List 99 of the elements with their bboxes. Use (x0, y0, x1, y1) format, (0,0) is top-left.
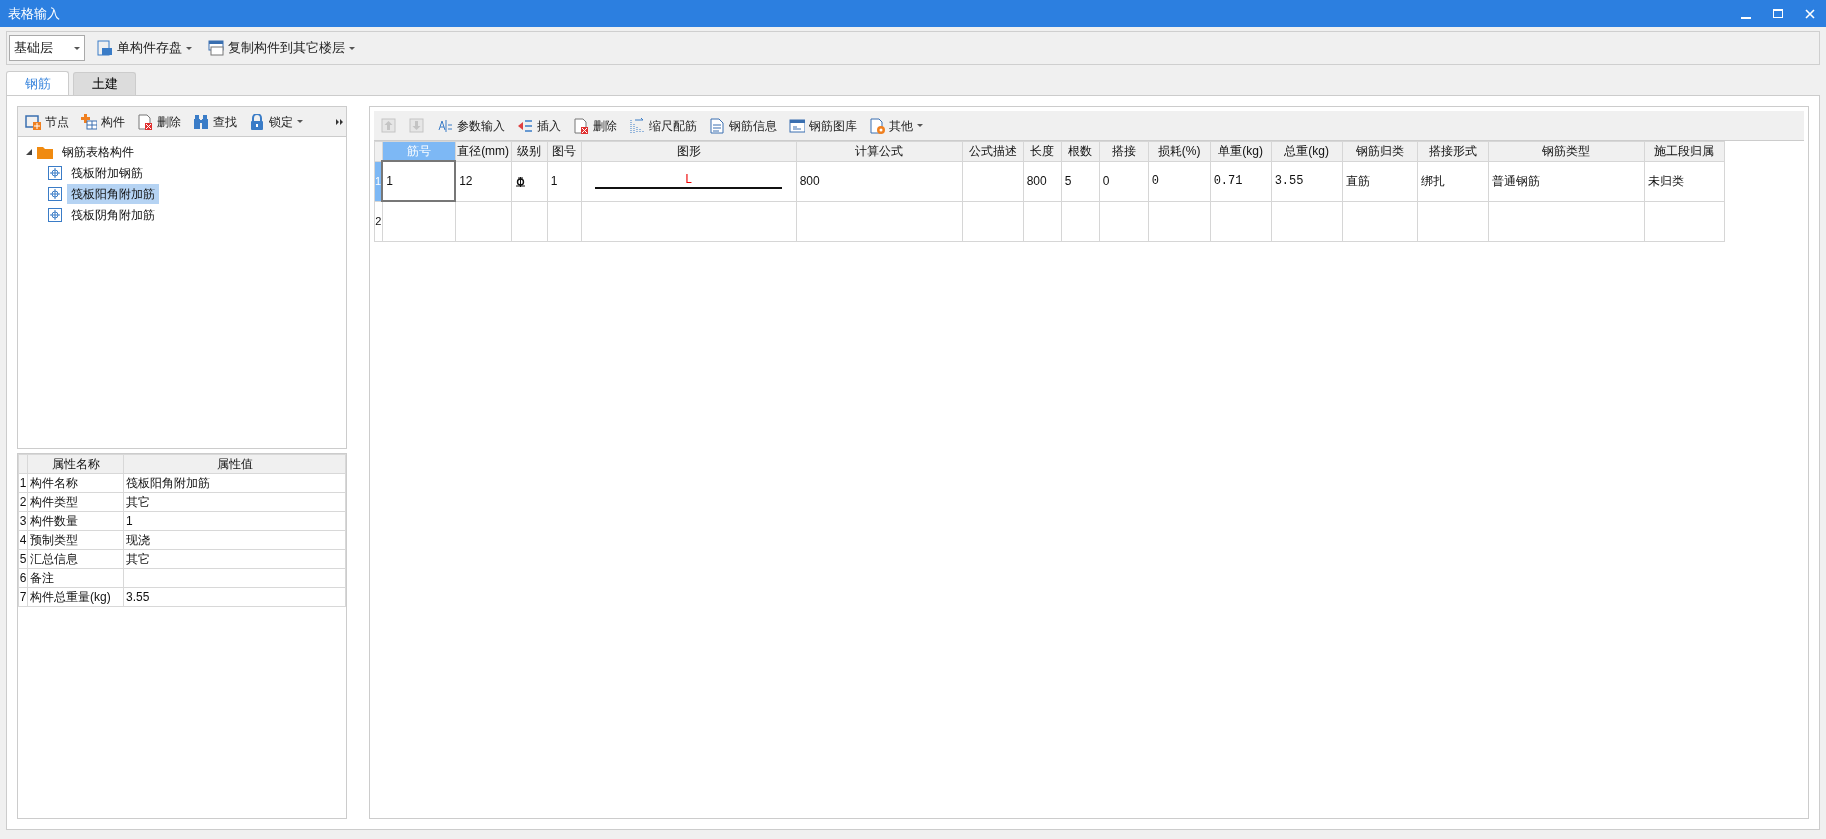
column-header: 总重(kg) (1271, 141, 1343, 161)
property-name: 构件名称 (27, 473, 124, 493)
column-header: 搭接 (1099, 141, 1149, 161)
property-value[interactable]: 其它 (123, 492, 346, 512)
table-cell[interactable]: 1 (382, 161, 456, 201)
delete-button[interactable]: 删除 (133, 110, 185, 133)
column-header: 级别 (511, 141, 548, 161)
table-cell[interactable]: 0.71 (1210, 161, 1272, 201)
property-value[interactable]: 其它 (123, 549, 346, 569)
column-header: 直径(mm) (455, 141, 512, 161)
property-value[interactable]: 筏板阳角附加筋 (123, 473, 346, 493)
table-cell[interactable]: 5 (1061, 161, 1100, 201)
tree-item[interactable]: 筏板阳角附加筋 (67, 183, 159, 204)
column-header: 属性名称 (27, 454, 124, 474)
property-name: 构件类型 (27, 492, 124, 512)
lock-icon (249, 113, 265, 130)
param-button[interactable]: 参数输入 (433, 114, 509, 137)
window-icon (208, 40, 224, 56)
rebar-grade-icon (514, 176, 526, 187)
row-number: 1 (18, 473, 28, 493)
insert-button[interactable]: 插入 (513, 114, 565, 137)
info-button[interactable]: 钢筋信息 (705, 114, 781, 137)
column-header: 筋号 (382, 141, 456, 161)
property-name: 预制类型 (27, 530, 124, 550)
delete-button[interactable]: 删除 (569, 114, 621, 137)
column-header: 图形 (581, 141, 797, 161)
save-button[interactable]: 单构件存盘 (93, 36, 196, 60)
property-value[interactable]: 现浇 (123, 530, 346, 550)
close-icon (1805, 9, 1815, 20)
find-button[interactable]: 查找 (189, 110, 241, 133)
row-number: 1 (374, 161, 383, 201)
column-header: 施工段归属 (1644, 141, 1725, 161)
tab[interactable]: 钢筋 (6, 71, 69, 95)
table-cell[interactable]: 0 (1099, 161, 1149, 201)
row-number: 3 (18, 511, 28, 531)
add-frame-icon (25, 113, 41, 130)
property-value[interactable]: 1 (123, 511, 346, 531)
column-header: 钢筋归类 (1342, 141, 1418, 161)
row-number: 6 (18, 568, 28, 588)
dotted-scale-icon (629, 117, 645, 134)
table-cell[interactable]: 绑扎 (1417, 161, 1489, 201)
table-cell[interactable]: 800 (1023, 161, 1062, 201)
table-cell[interactable]: 12 (455, 161, 512, 201)
component-icon (48, 207, 62, 222)
column-header: 损耗(%) (1148, 141, 1211, 161)
column-header: 计算公式 (796, 141, 963, 161)
floor-select[interactable]: 基础层 (9, 35, 85, 61)
table-cell[interactable]: 3.55 (1271, 161, 1343, 201)
scale-button[interactable]: 缩尺配筋 (625, 114, 701, 137)
row-number: 2 (18, 492, 28, 512)
row-number: 4 (18, 530, 28, 550)
binoculars-icon (193, 113, 209, 130)
property-name: 汇总信息 (27, 549, 124, 569)
picture-frame-icon (789, 117, 805, 134)
document-icon (709, 117, 725, 134)
cursor-text-icon (437, 117, 453, 134)
window-title: 表格输入 (8, 4, 60, 23)
property-name: 构件数量 (27, 511, 124, 531)
column-header: 属性值 (123, 454, 346, 474)
table-cell[interactable]: 普通钢筋 (1488, 161, 1645, 201)
table-cell[interactable]: 800 (796, 161, 963, 201)
column-header: 根数 (1061, 141, 1100, 161)
row-number: 5 (18, 549, 28, 569)
table-cell[interactable]: 1 (547, 161, 582, 201)
copy-button[interactable]: 复制构件到其它楼层 (204, 36, 359, 60)
property-name: 备注 (27, 568, 124, 588)
column-header: 图号 (547, 141, 582, 161)
tab[interactable]: 土建 (73, 72, 136, 95)
tree-item[interactable]: 筏板附加钢筋 (67, 162, 147, 183)
tree-item[interactable]: 筏板阴角附加筋 (67, 204, 159, 225)
other-button[interactable]: 其他 (865, 114, 927, 137)
shape-label: L (685, 173, 693, 187)
maximize-icon (1773, 9, 1783, 20)
column-header: 公式描述 (962, 141, 1024, 161)
add-table-icon (81, 113, 97, 130)
column-header: 单重(kg) (1210, 141, 1272, 161)
column-header: 搭接形式 (1417, 141, 1489, 161)
row-number: 2 (374, 201, 383, 241)
row-number: 7 (18, 587, 28, 607)
component-icon (48, 165, 62, 180)
delete-document-icon (137, 113, 153, 130)
property-name: 构件总重量(kg) (27, 587, 124, 607)
node-button[interactable]: 节点 (21, 110, 73, 133)
tree-item[interactable]: 钢筋表格构件 (58, 141, 138, 162)
component-icon (48, 186, 62, 201)
component-button[interactable]: 构件 (77, 110, 129, 133)
library-button[interactable]: 钢筋图库 (785, 114, 861, 137)
gear-document-icon (869, 117, 885, 134)
table-cell[interactable]: 直筋 (1342, 161, 1418, 201)
insert-row-icon (517, 117, 533, 134)
delete-document-icon (573, 117, 589, 134)
lock-button[interactable]: 锁定 (245, 110, 307, 133)
folder-icon (37, 144, 53, 159)
column-header: 钢筋类型 (1488, 141, 1645, 161)
column-header: 长度 (1023, 141, 1062, 161)
property-value[interactable]: 3.55 (123, 587, 346, 607)
minimize-icon (1741, 16, 1751, 19)
table-cell[interactable]: 未归类 (1644, 161, 1725, 201)
table-cell[interactable]: 0 (1148, 161, 1211, 201)
